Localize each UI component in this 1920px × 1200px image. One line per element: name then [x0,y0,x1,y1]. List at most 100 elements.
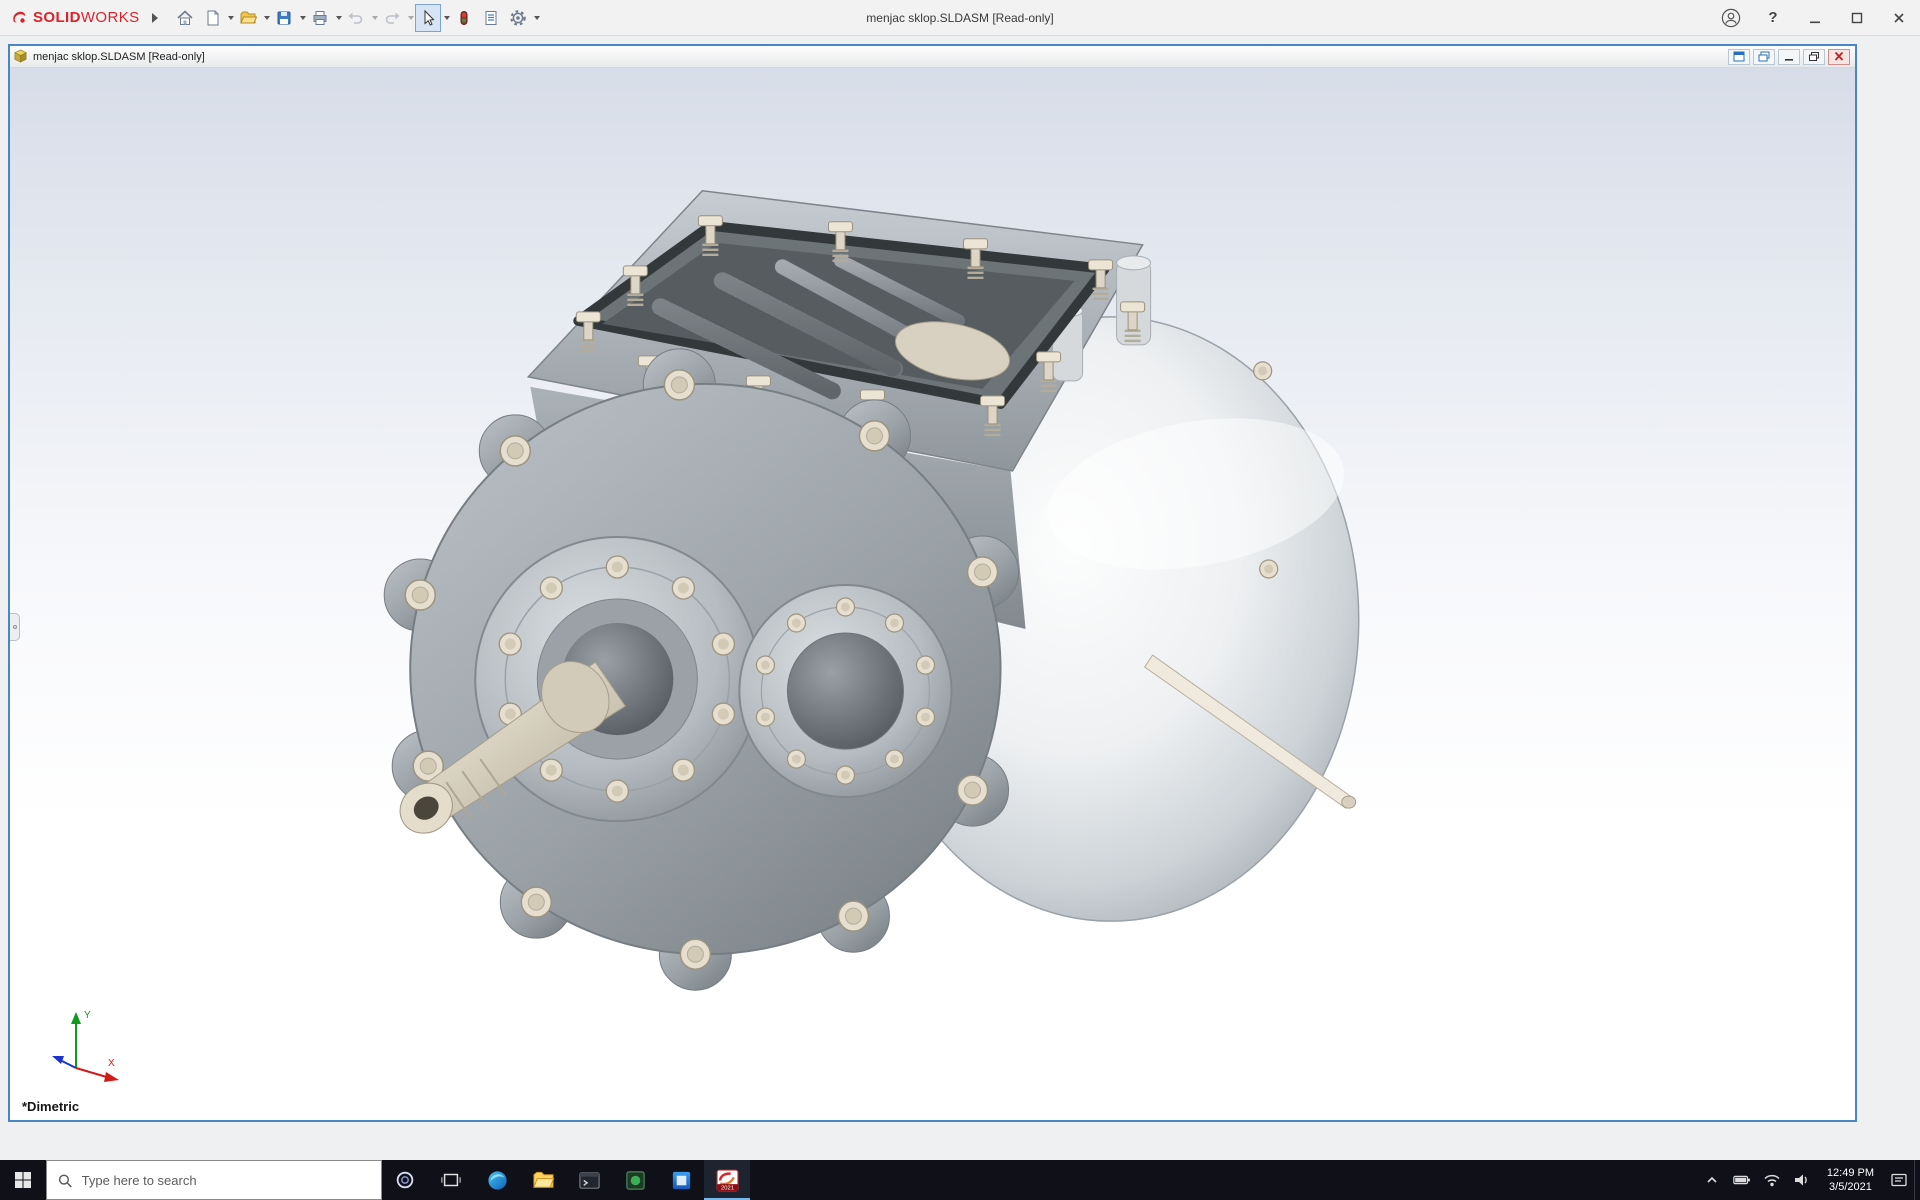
titlebar-right-controls: ? [1710,0,1920,35]
battery-button[interactable] [1727,1160,1757,1200]
options-button[interactable] [505,4,531,32]
brand-light: WORKS [80,9,140,26]
close-button[interactable] [1878,0,1920,36]
redo-caret-icon[interactable] [407,15,414,20]
solidworks-taskbar-button[interactable]: 2021 [704,1160,750,1200]
print-caret-icon[interactable] [335,15,342,20]
new-document-icon [207,10,219,25]
ds-logo-icon [13,11,26,23]
app-titlebar: SOLIDWORKS menjac sklop.SLDASM [Read-onl… [0,0,1920,36]
search-icon [58,1174,72,1188]
open-button[interactable] [235,4,261,32]
open-folder-icon [239,11,257,23]
graphics-area[interactable]: Y X *Dimetric [10,68,1855,1120]
notification-center-icon [1891,1173,1907,1187]
solidworks-logo: SOLIDWORKS [0,9,144,27]
standard-toolbar [172,3,540,32]
show-desktop-button[interactable] [1914,1160,1920,1200]
document-window-controls [1728,48,1852,65]
windows-start-icon [15,1172,31,1188]
gearbox-model[interactable] [10,68,1855,1120]
battery-icon [1733,1175,1750,1185]
document-titlebar[interactable]: menjac sklop.SLDASM [Read-only] [10,46,1855,68]
app-green-icon [625,1170,645,1190]
minimize-button[interactable] [1794,0,1836,36]
volume-button[interactable] [1787,1160,1817,1200]
tray-expand-button[interactable] [1697,1160,1727,1200]
options-caret-icon[interactable] [533,15,540,20]
select-button[interactable] [414,3,441,32]
print-button[interactable] [307,4,333,32]
file-explorer-button[interactable] [520,1160,566,1200]
terminal-button[interactable] [566,1160,612,1200]
tile-window-button[interactable] [1728,48,1750,65]
tile-window-icon [1733,51,1745,62]
clock-date: 3/5/2021 [1829,1181,1872,1193]
help-button[interactable]: ? [1752,0,1794,36]
user-account-button[interactable] [1710,0,1752,36]
file-properties-button[interactable] [478,4,504,32]
document-window: menjac sklop.SLDASM [Read-only] Y X *Dim… [8,44,1857,1122]
print-icon [313,10,327,25]
orientation-triad[interactable]: Y X [34,1002,124,1088]
document-title: menjac sklop.SLDASM [Read-only] [33,50,205,63]
rebuild-button[interactable] [451,4,477,32]
new-document-caret-icon[interactable] [227,15,234,20]
brand-text: SOLIDWORKS [33,9,140,26]
doc-restore-button[interactable] [1803,48,1825,65]
select-caret-icon[interactable] [443,15,450,20]
triad-x-label: X [108,1058,115,1069]
edge-icon [487,1170,507,1190]
new-document-button[interactable] [199,4,225,32]
options-gear-icon [509,9,526,26]
desktop: SOLIDWORKS menjac sklop.SLDASM [Read-onl… [0,0,1920,1200]
undo-button[interactable] [343,4,369,32]
maximize-button[interactable] [1836,0,1878,36]
save-icon [277,11,291,24]
tray-expand-icon [1707,1176,1717,1183]
network-wifi-icon [1764,1174,1780,1187]
app-blue-button[interactable] [658,1160,704,1200]
app-green-button[interactable] [612,1160,658,1200]
triad-y-label: Y [84,1010,91,1021]
cortana-icon [396,1171,414,1189]
edge-button[interactable] [474,1160,520,1200]
system-tray: 12:49 PM 3/5/2021 [1697,1160,1920,1200]
close-icon [1894,12,1904,23]
doc-close-icon [1834,51,1844,61]
search-input[interactable] [81,1172,371,1188]
cascade-window-icon [1758,51,1770,62]
taskbar-clock[interactable]: 12:49 PM 3/5/2021 [1817,1160,1884,1200]
minimize-icon [1810,21,1820,23]
taskbar-search[interactable] [46,1160,382,1200]
redo-icon [385,12,400,24]
start-button[interactable] [0,1160,46,1200]
doc-restore-icon [1809,52,1819,61]
network-button[interactable] [1757,1160,1787,1200]
brand-bold: SOLID [33,9,81,26]
redo-button[interactable] [379,4,405,32]
file-explorer-icon [532,1171,554,1188]
task-view-button[interactable] [428,1160,474,1200]
clock-time: 12:49 PM [1826,1167,1874,1179]
undo-caret-icon[interactable] [371,15,378,20]
app-blue-icon [672,1171,690,1189]
notification-center-button[interactable] [1884,1160,1914,1200]
solidworks-taskbar-icon: 2021 [716,1169,738,1191]
help-icon: ? [1768,9,1778,26]
user-account-icon [1721,8,1741,27]
open-caret-icon[interactable] [263,15,270,20]
taskbar: 2021 [0,1160,1920,1200]
home-button[interactable] [172,4,198,32]
doc-close-button[interactable] [1828,48,1850,65]
doc-minimize-button[interactable] [1778,48,1800,65]
select-cursor-icon [424,9,435,26]
save-button[interactable] [271,4,297,32]
cortana-button[interactable] [382,1160,428,1200]
menu-flyout-arrow-icon[interactable] [151,12,158,23]
task-view-icon [441,1173,461,1187]
featuremanager-collapsed-tab[interactable] [10,613,20,641]
undo-icon [348,12,362,24]
cascade-window-button[interactable] [1753,48,1775,65]
save-caret-icon[interactable] [299,15,306,20]
